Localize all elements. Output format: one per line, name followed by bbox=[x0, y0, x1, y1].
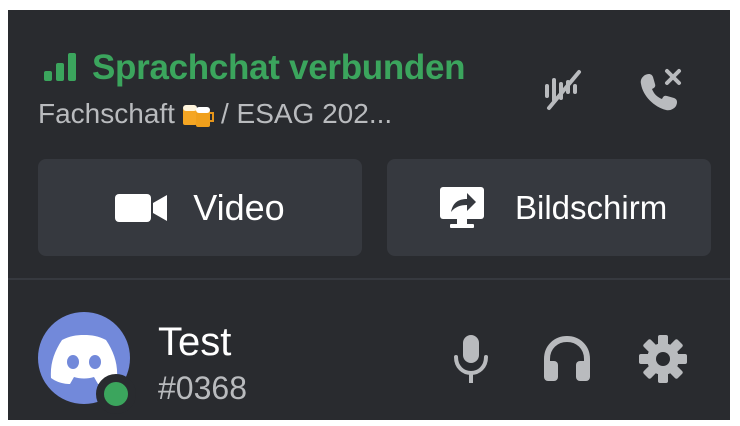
voice-status-label: Sprachchat verbunden bbox=[92, 48, 466, 87]
avatar[interactable] bbox=[38, 312, 136, 414]
beer-mugs-icon bbox=[181, 100, 215, 128]
video-camera-icon bbox=[115, 192, 168, 224]
gear-icon bbox=[638, 334, 688, 389]
username: Test bbox=[158, 320, 232, 364]
voice-status-row[interactable]: Sprachchat verbunden bbox=[42, 48, 492, 88]
disconnect-call-icon bbox=[637, 67, 683, 118]
deafen-button[interactable] bbox=[536, 330, 598, 392]
voice-connection-panel: Sprachchat verbunden Fachschaft / ESAG 2… bbox=[8, 10, 730, 278]
user-discriminator: #0368 bbox=[158, 370, 247, 406]
user-settings-button[interactable] bbox=[632, 330, 694, 392]
mute-microphone-button[interactable] bbox=[440, 330, 502, 392]
microphone-icon bbox=[451, 333, 491, 390]
voice-channel-link[interactable]: Fachschaft / ESAG 202... bbox=[38, 98, 392, 130]
user-panel: Test #0368 bbox=[8, 280, 730, 420]
online-status-indicator bbox=[96, 374, 136, 414]
headphones-icon bbox=[541, 335, 593, 388]
discord-panel: Sprachchat verbunden Fachschaft / ESAG 2… bbox=[8, 10, 730, 420]
signal-strength-icon bbox=[42, 53, 82, 83]
screen-share-button[interactable]: Bildschirm bbox=[387, 159, 711, 256]
video-button[interactable]: Video bbox=[38, 159, 362, 256]
screen-share-icon bbox=[439, 186, 485, 230]
noise-suppression-icon bbox=[541, 68, 585, 117]
noise-suppression-button[interactable] bbox=[533, 62, 593, 122]
channel-name-suffix: / ESAG 202... bbox=[220, 98, 393, 129]
disconnect-button[interactable] bbox=[630, 62, 690, 122]
screen-share-label: Bildschirm bbox=[515, 188, 668, 226]
channel-name-prefix: Fachschaft bbox=[38, 98, 175, 129]
video-button-label: Video bbox=[193, 186, 285, 228]
